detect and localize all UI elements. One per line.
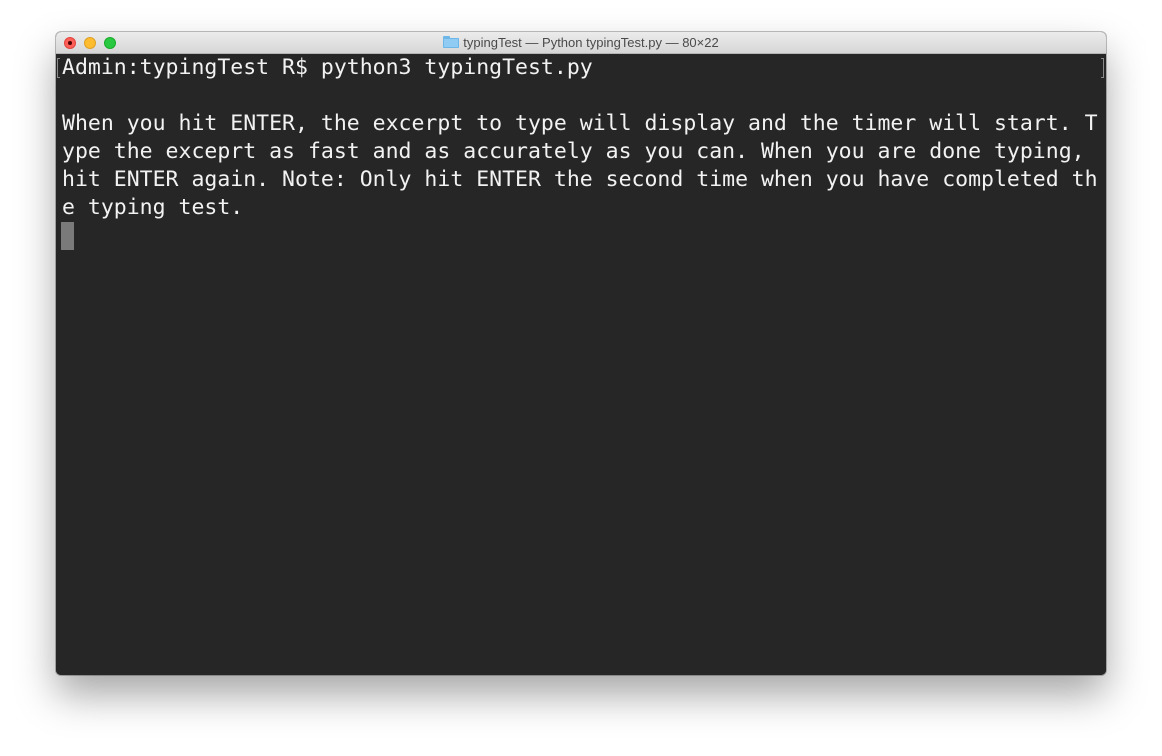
terminal-content[interactable]: Admin:typingTest R$ python3 typingTest.p… — [56, 54, 1106, 675]
text-cursor — [61, 222, 74, 250]
terminal-line-output-3: hit ENTER again. Note: Only hit ENTER th… — [62, 167, 1098, 192]
terminal-line-prompt: Admin:typingTest R$ python3 typingTest.p… — [62, 55, 593, 80]
terminal-window: typingTest — Python typingTest.py — 80×2… — [56, 32, 1106, 675]
window-title: typingTest — Python typingTest.py — 80×2… — [56, 32, 1106, 54]
window-title-text: typingTest — Python typingTest.py — 80×2… — [463, 35, 719, 50]
folder-icon — [443, 36, 460, 48]
terminal-line-output-1: When you hit ENTER, the excerpt to type … — [62, 111, 1098, 136]
mark-bracket-left — [57, 58, 60, 78]
title-bar[interactable]: typingTest — Python typingTest.py — 80×2… — [56, 32, 1106, 54]
terminal-line-output-2: ype the exceprt as fast and as accuratel… — [62, 139, 1085, 164]
mark-bracket-right — [1101, 58, 1104, 78]
terminal-line-output-4: e typing test. — [62, 195, 244, 220]
